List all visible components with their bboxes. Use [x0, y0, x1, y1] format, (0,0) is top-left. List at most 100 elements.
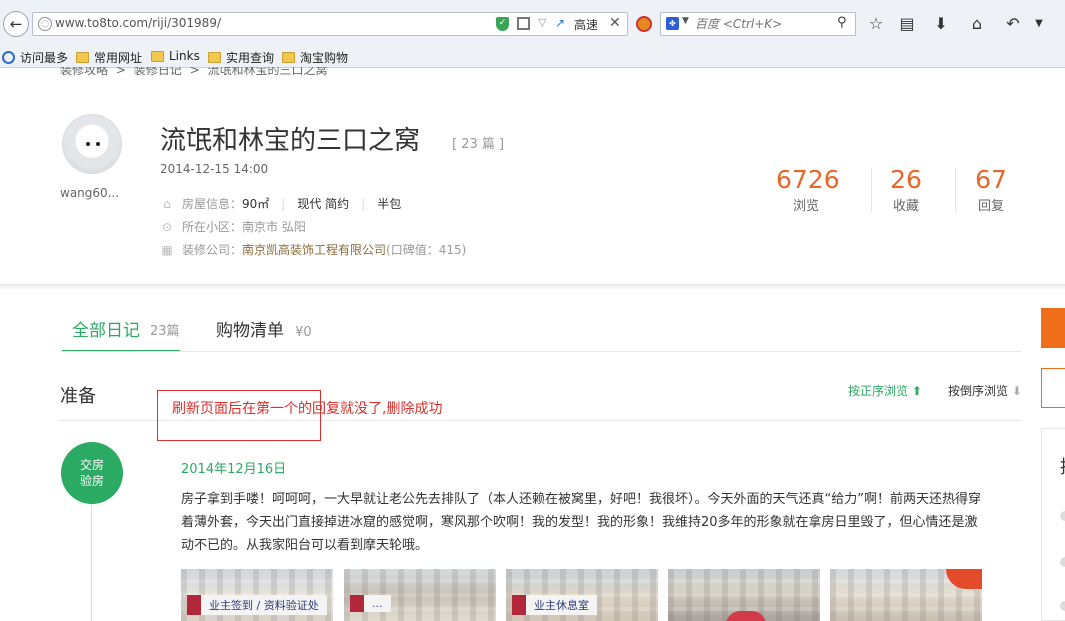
- house-icon: ⌂: [163, 196, 171, 211]
- house-area: 90㎡: [242, 197, 270, 211]
- bookmarks-bar: 访问最多 常用网址 Links 实用查询 淘宝购物: [0, 46, 1065, 68]
- building-icon: ▦: [161, 242, 173, 257]
- annotation-text: 刷新页面后在第一个的回复就没了,删除成功: [172, 401, 443, 417]
- breadcrumb: 装修攻略 > 装修日记 > 流氓和林宝的三口之窝: [60, 67, 331, 79]
- stat-divider: [955, 168, 956, 212]
- entry-date: 2014年12月16日: [181, 462, 287, 477]
- breadcrumb-current: 流氓和林宝的三口之窝: [207, 67, 328, 77]
- stat-value: 26: [890, 165, 922, 194]
- diary-date: 2014-12-15 14:00: [160, 162, 269, 176]
- bookmark-label: 实用查询: [226, 51, 275, 65]
- bookmark-label: Links: [169, 49, 200, 63]
- search-input[interactable]: [695, 15, 835, 33]
- stage-line: 交房: [79, 458, 104, 472]
- stage-badge: 交房 验房: [61, 442, 123, 504]
- stat-views: 6726 浏览: [776, 165, 840, 214]
- sort-descending-label: 按倒序浏览: [948, 384, 1009, 398]
- sort-ascending-button[interactable]: 按正序浏览 ⬆: [848, 382, 922, 399]
- bookmark-label: 访问最多: [20, 51, 69, 65]
- section-title: 准备: [60, 386, 96, 407]
- avatar-eye: [96, 142, 100, 146]
- breadcrumb-link-guide[interactable]: 装修攻略: [60, 67, 108, 77]
- stat-label: 浏览: [792, 199, 819, 214]
- stage-line: 验房: [79, 474, 104, 488]
- tab-all-diaries[interactable]: 全部日记 23篇: [62, 316, 180, 352]
- search-icon[interactable]: ⚲: [837, 15, 847, 30]
- photo-sign: 业主签到 / 资料验证处: [187, 595, 327, 615]
- bookmark-folder-links[interactable]: Links: [151, 49, 200, 63]
- bookmark-search-icon: [2, 51, 15, 64]
- stat-divider: [871, 168, 872, 212]
- timeline-line: [91, 500, 92, 621]
- reading-list-icon[interactable]: ▤: [897, 14, 917, 33]
- breadcrumb-separator: >: [115, 67, 126, 77]
- address-bar[interactable]: ◌ www.to8to.com/riji/301989/ ✓ ▽ ↗ 高速 ✕: [32, 12, 628, 36]
- dropdown-triangle-icon[interactable]: ▽: [538, 16, 546, 29]
- company-link[interactable]: 南京凯高装饰工程有限公司: [242, 241, 386, 258]
- breadcrumb-link-diary[interactable]: 装修日记: [134, 67, 182, 77]
- block-script-icon[interactable]: [636, 16, 652, 32]
- stat-value: 67: [975, 165, 1007, 194]
- menu-dropdown-icon[interactable]: ▼: [1029, 18, 1049, 29]
- stat-value: 6726: [776, 165, 840, 194]
- side-panel: 提: [1041, 428, 1065, 621]
- bookmark-label: 淘宝购物: [300, 51, 349, 65]
- speed-mode-button[interactable]: 高速: [574, 16, 598, 33]
- side-panel-title: 提: [1060, 453, 1065, 479]
- company-label: 装修公司：: [182, 243, 243, 257]
- entry-photo[interactable]: 业主休息室: [506, 569, 658, 621]
- divider: |: [281, 196, 286, 211]
- search-engine-dropdown-icon[interactable]: ▼: [682, 16, 689, 26]
- tab-shopping-list[interactable]: 购物清单 ¥0: [216, 316, 312, 341]
- tab-label: 全部日记: [72, 321, 140, 341]
- entry-photo[interactable]: [668, 569, 820, 621]
- house-info-row: ⌂ 房屋信息： 90㎡ | 现代 简约 | 半包: [160, 195, 401, 212]
- breadcrumb-separator: >: [189, 67, 200, 77]
- username[interactable]: wang60...: [60, 186, 119, 200]
- stat-label: 收藏: [892, 199, 919, 214]
- stat-favorites[interactable]: 26 收藏: [886, 165, 926, 214]
- download-icon[interactable]: ⬇: [931, 14, 951, 33]
- entry-body: 房子拿到手喽！呵呵呵，一大早就让老公先去排队了（本人还赖在被窝里，好吧！我很坏）…: [181, 492, 981, 553]
- folder-icon: [208, 52, 221, 63]
- company-row: ▦ 装修公司： 南京凯高装饰工程有限公司 (口碑值：415): [160, 241, 466, 258]
- bookmark-label: 常用网址: [94, 51, 143, 65]
- star-bookmark-icon[interactable]: ☆: [866, 14, 886, 33]
- bookmark-folder-query[interactable]: 实用查询: [208, 49, 274, 66]
- bookmark-folder-taobao[interactable]: 淘宝购物: [282, 49, 348, 66]
- bookmark-most-visited[interactable]: 访问最多: [2, 49, 68, 66]
- sort-descending-button[interactable]: 按倒序浏览 ⬇: [948, 382, 1022, 399]
- entry-photo[interactable]: [830, 569, 982, 621]
- close-icon[interactable]: ✕: [609, 15, 621, 31]
- home-icon[interactable]: ⌂: [967, 14, 987, 33]
- side-dot: [1060, 601, 1065, 611]
- entry-photo[interactable]: ...: [344, 569, 496, 621]
- undo-icon[interactable]: ↶: [1003, 14, 1023, 33]
- search-bar[interactable]: ✤ ▼ ⚲: [660, 12, 856, 36]
- community-value: 南京市 弘阳: [242, 220, 306, 234]
- page-title: 流氓和林宝的三口之窝: [160, 126, 421, 156]
- avatar[interactable]: [62, 114, 122, 174]
- folder-icon: [76, 52, 89, 63]
- qr-code-icon[interactable]: [517, 17, 530, 30]
- side-action-button[interactable]: [1041, 308, 1065, 348]
- entry-photo[interactable]: 业主签到 / 资料验证处: [181, 569, 333, 621]
- browser-toolbar: ← ◌ www.to8to.com/riji/301989/ ✓ ▽ ↗ 高速 …: [0, 0, 1065, 46]
- side-outline-button[interactable]: [1041, 368, 1065, 408]
- speed-icon: ↗: [555, 16, 566, 30]
- url-text[interactable]: www.to8to.com/riji/301989/: [55, 16, 221, 30]
- tab-count: 23篇: [150, 324, 180, 339]
- tab-label: 购物清单: [216, 321, 284, 341]
- back-arrow-icon[interactable]: ←: [3, 11, 29, 37]
- stat-replies[interactable]: 67 回复: [971, 165, 1011, 214]
- side-dot: [1060, 557, 1065, 567]
- side-dot: [1060, 511, 1065, 521]
- baidu-paw-icon[interactable]: ✤: [666, 17, 679, 30]
- location-pin-icon: ⊙: [161, 219, 173, 234]
- community-label: 所在小区：: [182, 220, 243, 234]
- bookmark-folder-common[interactable]: 常用网址: [76, 49, 142, 66]
- arrow-down-icon: ⬇: [1011, 384, 1022, 398]
- house-info-label: 房屋信息：: [182, 197, 243, 211]
- security-shield-icon[interactable]: ✓: [496, 17, 509, 31]
- company-score: (口碑值：415): [386, 243, 467, 257]
